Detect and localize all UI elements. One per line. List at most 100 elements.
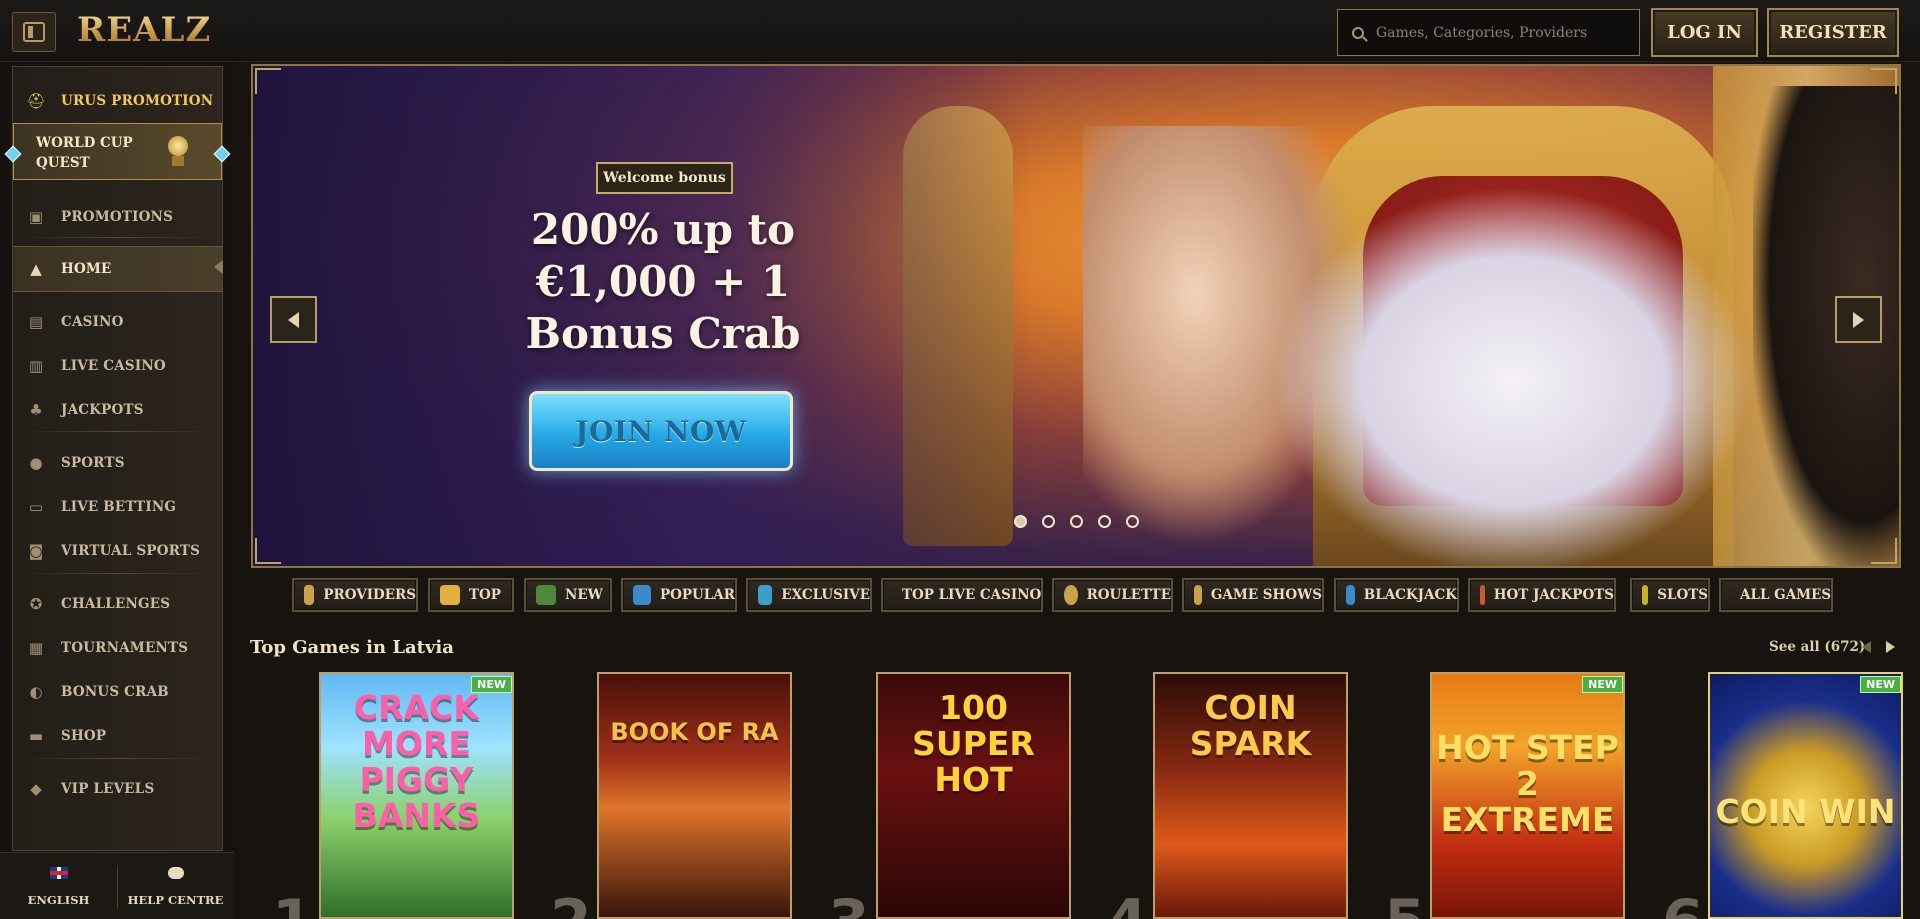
game-rank: 2 (550, 892, 592, 919)
chat-icon (167, 867, 184, 879)
sidebar-item-label: WORLD CUP QUEST (36, 135, 133, 171)
bag-icon: ▬ (28, 727, 44, 745)
join-now-button[interactable]: JOIN NOW (529, 391, 793, 471)
banner-next-button[interactable] (1835, 296, 1882, 343)
logo[interactable]: REALZ (77, 10, 211, 54)
live-casino-icon: ▥ (28, 357, 44, 375)
sidebar-item-shop[interactable]: ▬ SHOP (13, 716, 222, 756)
game-card-book-of-ra[interactable]: BOOK OF RA (597, 672, 792, 919)
category-hot-jackpots[interactable]: HOT JACKPOTS (1468, 578, 1616, 612)
category-label: TOP LIVE CASINO (902, 587, 1042, 603)
new-badge: NEW (1860, 676, 1901, 693)
game-title: COIN WIN (1715, 792, 1896, 831)
sidebar-item-challenges[interactable]: ✪ CHALLENGES (13, 584, 222, 624)
sidebar-item-sports[interactable]: ● SPORTS (13, 443, 222, 483)
sidebar-item-home[interactable]: ▲ HOME (13, 246, 223, 292)
chevron-left-icon (288, 311, 299, 328)
category-top-live-casino[interactable]: TOP LIVE CASINO (881, 578, 1043, 612)
frame-corner (1871, 68, 1897, 94)
sidebar-item-label: HOME (61, 261, 112, 277)
helmet-icon: ⛑ (26, 92, 46, 110)
sidebar-item-urus-promotion[interactable]: ⛑ URUS PROMOTION (13, 81, 222, 121)
sidebar-item-promotions[interactable]: ▣ PROMOTIONS (13, 197, 222, 237)
see-all-link[interactable]: See all (672) (1769, 639, 1865, 655)
category-slots[interactable]: SLOTS (1630, 578, 1710, 612)
sidebar-item-bonus-crab[interactable]: ◐ BONUS CRAB (13, 672, 222, 712)
help-centre-button[interactable]: HELP CENTRE (117, 867, 234, 907)
category-game-shows[interactable]: GAME SHOWS (1182, 578, 1324, 612)
sidebar-item-live-betting[interactable]: ▭ LIVE BETTING (13, 487, 222, 527)
game-card-coin-win[interactable]: COIN WIN NEW (1708, 672, 1903, 919)
games-prev-button[interactable] (1862, 641, 1871, 653)
sidebar-item-vip-levels[interactable]: ◆ VIP LEVELS (13, 769, 222, 809)
search-input[interactable] (1376, 24, 1626, 41)
language-selector[interactable]: ENGLISH (0, 867, 117, 907)
category-label: NEW (565, 587, 603, 603)
podium-icon: ▦ (28, 639, 44, 657)
carousel-dot[interactable] (1098, 515, 1111, 528)
help-label: HELP CENTRE (127, 893, 224, 907)
category-label: ROULETTE (1086, 587, 1171, 603)
sidebar-item-tournaments[interactable]: ▦ TOURNAMENTS (13, 628, 222, 668)
game-card-hot-step-2-extreme[interactable]: HOT STEP 2 EXTREME NEW (1430, 672, 1625, 919)
hero-banner[interactable]: Welcome bonus 200% up to €1,000 + 1 Bonu… (251, 64, 1901, 568)
game-title: CRACK MORE PIGGY BANKS (352, 688, 481, 835)
sidebar-item-label: URUS PROMOTION (61, 93, 214, 109)
sidebar-item-label: LIVE CASINO (61, 358, 166, 374)
category-roulette[interactable]: ROULETTE (1052, 578, 1173, 612)
clover-icon: ♣ (29, 401, 43, 419)
category-label: EXCLUSIVE (781, 587, 870, 603)
register-button[interactable]: REGISTER (1767, 8, 1899, 57)
sidebar-item-label: CHALLENGES (61, 596, 171, 612)
sidebar-item-virtual-sports[interactable]: ◙ VIRTUAL SPORTS (13, 531, 222, 571)
carousel-dot[interactable] (1126, 515, 1139, 528)
cherries-icon (1642, 585, 1649, 605)
frame-corner (255, 68, 281, 94)
hero-headline: 200% up to €1,000 + 1 Bonus Crab (525, 205, 801, 358)
category-new[interactable]: NEW (524, 578, 612, 612)
games-next-button[interactable] (1886, 641, 1895, 653)
divider (23, 573, 212, 574)
sidebar-item-label: SHOP (61, 728, 107, 744)
sidebar-toggle-button[interactable] (12, 12, 56, 52)
category-blackjack[interactable]: BLACKJACK (1334, 578, 1459, 612)
sidebar-item-label: CASINO (61, 314, 124, 330)
category-exclusive[interactable]: EXCLUSIVE (746, 578, 872, 612)
slot-machine-icon: ▤ (28, 313, 44, 331)
category-top[interactable]: TOP (428, 578, 514, 612)
category-popular[interactable]: POPULAR (621, 578, 737, 612)
game-card-crack-more-piggy-banks[interactable]: CRACK MORE PIGGY BANKS NEW (319, 672, 514, 919)
search-box[interactable] (1337, 9, 1640, 56)
login-button[interactable]: LOG IN (1651, 8, 1758, 57)
divider (23, 237, 212, 238)
sidebar-item-casino[interactable]: ▤ CASINO (13, 302, 222, 342)
sidebar-nav: ⛑ URUS PROMOTION WORLD CUP QUEST ▣ PROMO… (4, 66, 231, 851)
game-card-coin-spark[interactable]: COIN SPARK (1153, 672, 1348, 919)
monitor-icon: ◙ (28, 542, 44, 560)
category-label: PROVIDERS (323, 587, 416, 603)
roulette-icon (1064, 585, 1078, 605)
divider (23, 431, 212, 432)
sidebar-item-world-cup-quest[interactable]: WORLD CUP QUEST (4, 123, 231, 180)
sidebar: ⛑ URUS PROMOTION WORLD CUP QUEST ▣ PROMO… (0, 62, 234, 919)
category-all-games[interactable]: ALL GAMES (1719, 578, 1833, 612)
sidebar-item-live-casino[interactable]: ▥ LIVE CASINO (13, 346, 222, 386)
pyramid-icon: ▲ (30, 260, 42, 278)
carousel-dot[interactable] (1070, 515, 1083, 528)
join-now-label: JOIN NOW (575, 414, 747, 448)
game-title: 100 SUPER HOT (912, 688, 1035, 799)
game-card-100-super-hot[interactable]: 100 SUPER HOT (876, 672, 1071, 919)
banner-prev-button[interactable] (270, 296, 317, 343)
live-badge-icon: ▭ (28, 498, 44, 516)
carousel-dot[interactable] (1014, 515, 1027, 528)
gift-icon: ▣ (28, 208, 44, 226)
carousel-dot[interactable] (1042, 515, 1055, 528)
diamond-icon: ◆ (30, 780, 42, 798)
sidebar-item-jackpots[interactable]: ♣ JACKPOTS (13, 390, 222, 430)
top-icon (440, 585, 460, 605)
sidebar-item-label: TOURNAMENTS (61, 640, 189, 656)
sidebar-item-label: BONUS CRAB (61, 684, 169, 700)
category-providers[interactable]: PROVIDERS (292, 578, 418, 612)
medal-icon: ✪ (29, 595, 43, 613)
divider (23, 758, 212, 759)
